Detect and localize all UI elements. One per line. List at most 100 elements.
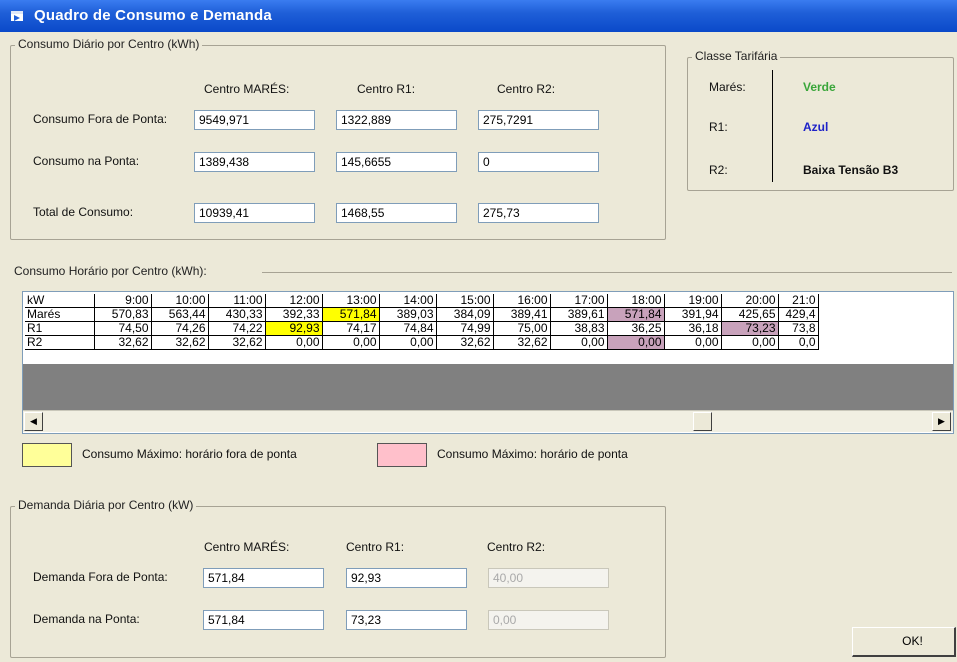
demanda-diaria-legend: Demanda Diária por Centro (kW) [15, 498, 197, 512]
grid-cell[interactable]: 74,17 [322, 321, 380, 336]
grid-cell[interactable]: 32,62 [208, 335, 266, 350]
demanda-ponta-r2-field: 0,00 [488, 610, 609, 630]
grid-hour-header: 13:00 [322, 294, 380, 308]
classe-r1-value: Azul [803, 120, 829, 134]
grid-hour-header: 17:00 [550, 294, 608, 308]
grid-cell[interactable]: 74,84 [379, 321, 437, 336]
grid-cell[interactable]: 0,00 [265, 335, 323, 350]
demanda-col-header-r2: Centro R2: [487, 540, 546, 554]
consumo-diario-legend: Consumo Diário por Centro (kWh) [15, 37, 203, 51]
grid-cell[interactable]: 74,50 [94, 321, 152, 336]
grid-cell[interactable]: 0,00 [721, 335, 779, 350]
scroll-right-button[interactable]: ▶ [932, 412, 951, 431]
demanda-ponta-r1-field[interactable]: 73,23 [346, 610, 467, 630]
grid-empty-area [23, 364, 953, 410]
col-header-r1: Centro R1: [357, 82, 416, 96]
peak-swatch [377, 443, 427, 467]
grid-cell[interactable]: 74,22 [208, 321, 266, 336]
grid-hour-header: 10:00 [151, 294, 209, 308]
consumo-ponta-mares-field[interactable]: 1389,438 [194, 152, 315, 172]
grid-cell[interactable]: 0,00 [607, 335, 665, 350]
classe-tarifaria-legend: Classe Tarifária [692, 49, 781, 63]
col-header-r2: Centro R2: [497, 82, 556, 96]
grid-hour-header: 18:00 [607, 294, 665, 308]
grid-cell[interactable]: 571,84 [607, 307, 665, 322]
grid-corner-cell: kW [25, 294, 95, 308]
grid-cell[interactable]: 384,09 [436, 307, 494, 322]
grid-cell[interactable]: 429,4 [778, 307, 819, 322]
scroll-left-button[interactable]: ◀ [24, 412, 43, 431]
grid-cell[interactable]: 92,93 [265, 321, 323, 336]
grid-cell[interactable]: 0,00 [322, 335, 380, 350]
grid-cell[interactable]: 32,62 [493, 335, 551, 350]
grid-cell[interactable]: 36,25 [607, 321, 665, 336]
grid-row-label: Marés [25, 307, 95, 322]
grid-cell[interactable]: 73,23 [721, 321, 779, 336]
ok-button[interactable]: OK! [852, 627, 956, 657]
classe-r2-value: Baixa Tensão B3 [803, 163, 899, 177]
app-icon [11, 11, 23, 21]
classe-mares-label: Marés: [709, 80, 746, 94]
grid-cell[interactable]: 32,62 [151, 335, 209, 350]
demanda-fora-ponta-r1-field[interactable]: 92,93 [346, 568, 467, 588]
consumo-horario-legend: Consumo Horário por Centro (kWh): [14, 264, 207, 278]
consumo-fora-ponta-label: Consumo Fora de Ponta: [33, 112, 168, 126]
demanda-ponta-label: Demanda na Ponta: [33, 612, 140, 626]
consumo-fora-ponta-mares-field[interactable]: 9549,971 [194, 110, 315, 130]
grid-row: Marés 570,83 563,44 430,33 392,33 571,84 389,0… [25, 307, 819, 322]
consumo-fora-ponta-r2-field[interactable]: 275,7291 [478, 110, 599, 130]
consumo-ponta-label: Consumo na Ponta: [33, 154, 140, 168]
demanda-fora-ponta-mares-field[interactable]: 571,84 [203, 568, 324, 588]
grid-hour-header: 21:0 [778, 294, 819, 308]
consumo-ponta-r2-field[interactable]: 0 [478, 152, 599, 172]
total-consumo-mares-field[interactable]: 10939,41 [194, 203, 315, 223]
grid-cell[interactable]: 389,41 [493, 307, 551, 322]
off-peak-swatch [22, 443, 72, 467]
grid-header-row: kW 9:00 10:00 11:00 12:00 13:00 14:00 15:00 16:0… [25, 294, 819, 308]
grid-cell[interactable]: 0,00 [379, 335, 437, 350]
grid-hour-header: 11:00 [208, 294, 266, 308]
total-consumo-r1-field[interactable]: 1468,55 [336, 203, 457, 223]
grid-row-label: R2 [25, 335, 95, 350]
window-title: Quadro de Consumo e Demanda [34, 7, 272, 24]
grid-cell[interactable]: 571,84 [322, 307, 380, 322]
demanda-fora-ponta-r2-field: 40,00 [488, 568, 609, 588]
grid-cell[interactable]: 425,65 [721, 307, 779, 322]
consumo-fora-ponta-r1-field[interactable]: 1322,889 [336, 110, 457, 130]
grid-cell[interactable]: 0,00 [664, 335, 722, 350]
horizontal-scrollbar[interactable]: ◀ ▶ [23, 410, 953, 432]
grid-hour-header: 19:00 [664, 294, 722, 308]
grid-cell[interactable]: 74,99 [436, 321, 494, 336]
grid-cell[interactable]: 0,0 [778, 335, 819, 350]
total-consumo-r2-field[interactable]: 275,73 [478, 203, 599, 223]
grid-cell[interactable]: 389,03 [379, 307, 437, 322]
grid-cell[interactable]: 0,00 [550, 335, 608, 350]
grid-cell[interactable]: 32,62 [94, 335, 152, 350]
grid-cell[interactable]: 74,26 [151, 321, 209, 336]
grid-cell[interactable]: 389,61 [550, 307, 608, 322]
grid-row-label: R1 [25, 321, 95, 336]
grid-cell[interactable]: 36,18 [664, 321, 722, 336]
grid-cell[interactable]: 570,83 [94, 307, 152, 322]
grid-cell[interactable]: 391,94 [664, 307, 722, 322]
col-header-mares: Centro MARÉS: [204, 82, 290, 96]
grid-cell[interactable]: 430,33 [208, 307, 266, 322]
consumo-ponta-r1-field[interactable]: 145,6655 [336, 152, 457, 172]
grid-cell[interactable]: 32,62 [436, 335, 494, 350]
demanda-ponta-mares-field[interactable]: 571,84 [203, 610, 324, 630]
grid-cell[interactable]: 563,44 [151, 307, 209, 322]
grid-row: R2 32,62 32,62 32,62 0,00 0,00 0,00 32,62 32,62 0… [25, 335, 819, 350]
demanda-col-header-r1: Centro R1: [346, 540, 405, 554]
consumo-horario-grid[interactable]: kW 9:00 10:00 11:00 12:00 13:00 14:00 15:00 16:0… [22, 291, 954, 434]
classe-mares-value: Verde [803, 80, 836, 94]
grid-hour-header: 15:00 [436, 294, 494, 308]
grid-cell[interactable]: 75,00 [493, 321, 551, 336]
peak-legend-text: Consumo Máximo: horário de ponta [437, 447, 628, 461]
grid-cell[interactable]: 73,8 [778, 321, 819, 336]
grid-cell[interactable]: 392,33 [265, 307, 323, 322]
demanda-col-header-mares: Centro MARÉS: [204, 540, 290, 554]
grid-cell[interactable]: 38,83 [550, 321, 608, 336]
grid-hour-header: 14:00 [379, 294, 437, 308]
title-bar[interactable]: Quadro de Consumo e Demanda [0, 0, 957, 32]
scroll-thumb[interactable] [693, 412, 712, 431]
